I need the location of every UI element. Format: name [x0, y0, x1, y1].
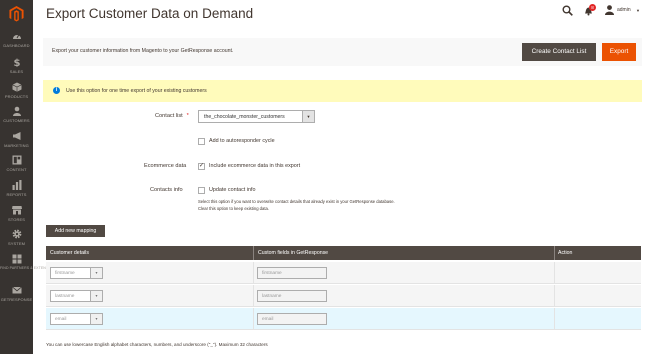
page-actions-bar: Export your customer information from Ma… [43, 38, 642, 66]
custom-field-input[interactable]: lastname [257, 290, 327, 302]
sidebar-item-label: GETRESPONSE [0, 297, 33, 302]
ecommerce-data-option-label: Include ecommerce data in this export [209, 163, 301, 169]
contact-list-value: the_chocolate_monster_customers [204, 114, 285, 120]
column-header-action: Action [558, 250, 573, 256]
sidebar-item-content[interactable]: CONTENT [0, 155, 33, 181]
gear-icon [12, 229, 21, 239]
layout-icon [12, 155, 21, 165]
update-contact-note-2: Clear this option to keep existing data. [198, 206, 269, 211]
required-mark: * [186, 113, 189, 119]
autoresponder-label: Add to autoresponder cycle [209, 138, 275, 144]
customer-detail-value: firstname [55, 271, 75, 276]
table-header: Customer details Custom fields in GetRes… [46, 246, 641, 260]
sidebar-item-label: MARKETING [4, 143, 29, 148]
sidebar-item-label: SALES [9, 69, 24, 74]
autoresponder-checkbox[interactable] [198, 138, 205, 145]
export-button[interactable]: Export [602, 43, 636, 61]
customer-detail-value: lastname [55, 294, 75, 299]
sidebar-item-customers[interactable]: CUSTOMERS [0, 106, 33, 132]
sidebar-item-dashboard[interactable]: DASHBOARD [0, 31, 33, 57]
search-icon[interactable] [562, 5, 573, 16]
table-row: email ▼ email [46, 308, 641, 330]
admin-user-menu[interactable]: admin [617, 7, 631, 13]
sidebar-item-label: REPORTS [6, 192, 27, 197]
column-divider [554, 285, 555, 307]
sidebar-item-label: CONTENT [6, 167, 27, 172]
sidebar-item-label: STORES [8, 217, 25, 222]
dollar-icon: $ [13, 58, 20, 67]
chevron-down-icon[interactable]: ▼ [302, 111, 314, 122]
contacts-info-label: Contacts info [150, 187, 183, 193]
info-icon: i [53, 87, 60, 94]
sidebar-item-getresponse[interactable]: GETRESPONSE [0, 285, 33, 311]
column-divider [253, 262, 254, 284]
sidebar-item-marketing[interactable]: MARKETING [0, 131, 33, 157]
sidebar-item-label: FIND PARTNERS & EXTENSIONS [0, 266, 58, 270]
notification-badge: 8 [589, 4, 596, 11]
column-divider [554, 246, 555, 260]
chevron-down-icon[interactable]: ▼ [90, 291, 102, 301]
column-header-custom-fields: Custom fields in GetResponse [258, 250, 329, 256]
person-icon [12, 106, 21, 116]
box-icon [11, 82, 22, 92]
sidebar-item-products[interactable]: PRODUCTS [0, 82, 33, 108]
contact-list-select[interactable]: the_chocolate_monster_customers ▼ [198, 110, 315, 123]
svg-text:$: $ [13, 58, 20, 67]
sidebar-item-stores[interactable]: STORES [0, 205, 33, 231]
update-contact-checkbox[interactable] [198, 187, 205, 194]
magento-logo-icon[interactable] [9, 6, 24, 22]
custom-field-value: firstname [262, 271, 282, 276]
user-icon[interactable] [605, 5, 614, 15]
ecommerce-data-label: Ecommerce data [144, 163, 187, 169]
ecommerce-data-checkbox[interactable] [198, 162, 205, 170]
mapping-footnote: You can use lowercase English alphabet c… [46, 342, 268, 347]
sidebar-item-label: DASHBOARD [3, 43, 30, 48]
info-message: i Use this option for one time export of… [43, 80, 642, 102]
envelope-icon [11, 286, 22, 294]
table-row: firstname ▼ firstname [46, 262, 641, 284]
custom-field-input[interactable]: email [257, 313, 327, 325]
custom-field-value: lastname [262, 294, 282, 299]
column-divider [554, 308, 555, 330]
blocks-icon [12, 254, 21, 264]
column-divider [253, 308, 254, 330]
dashboard-icon [12, 34, 21, 39]
admin-sidebar: DASHBOARD $ SALES PRODUCTS CUSTOMERS MAR… [0, 0, 58, 354]
custom-field-input[interactable]: firstname [257, 267, 327, 279]
chevron-down-icon[interactable]: ▼ [90, 268, 102, 278]
create-contact-list-button[interactable]: Create Contact List [522, 43, 596, 61]
page-description: Export your customer information from Ma… [52, 48, 234, 54]
update-contact-label: Update contact info [209, 187, 256, 193]
sidebar-item-find-partners[interactable]: FIND PARTNERS & EXTENSIONS [0, 254, 58, 284]
customer-detail-select[interactable]: lastname ▼ [50, 290, 103, 302]
megaphone-icon [12, 132, 20, 140]
customer-detail-select[interactable]: email ▼ [50, 313, 103, 325]
column-header-customer-details: Customer details [50, 250, 89, 256]
update-contact-note: Select this option if you want to overwr… [198, 199, 395, 204]
page-title: Export Customer Data on Demand [46, 6, 254, 21]
sidebar-item-label: CUSTOMERS [3, 118, 30, 123]
customer-detail-value: email [55, 317, 67, 322]
sidebar-item-sales[interactable]: $ SALES [0, 57, 33, 83]
table-row: lastname ▼ lastname [46, 285, 641, 307]
customer-detail-select[interactable]: firstname ▼ [50, 267, 103, 279]
column-divider [253, 246, 254, 260]
store-icon [11, 206, 22, 215]
sidebar-item-reports[interactable]: REPORTS [0, 180, 33, 206]
add-new-mapping-button[interactable]: Add new mapping [46, 225, 105, 237]
chevron-down-icon[interactable]: ▼ [90, 314, 102, 324]
column-divider [253, 285, 254, 307]
bar-chart-icon [12, 180, 21, 190]
sidebar-item-system[interactable]: SYSTEM [0, 229, 33, 255]
column-divider [554, 262, 555, 284]
sidebar-item-label: PRODUCTS [4, 94, 29, 99]
chevron-down-icon[interactable]: ▼ [636, 8, 640, 13]
info-message-text: Use this option for one time export of y… [66, 88, 207, 94]
contact-list-label: Contact list * [155, 113, 189, 119]
custom-field-value: email [262, 317, 274, 322]
sidebar-item-label: SYSTEM [7, 241, 26, 246]
